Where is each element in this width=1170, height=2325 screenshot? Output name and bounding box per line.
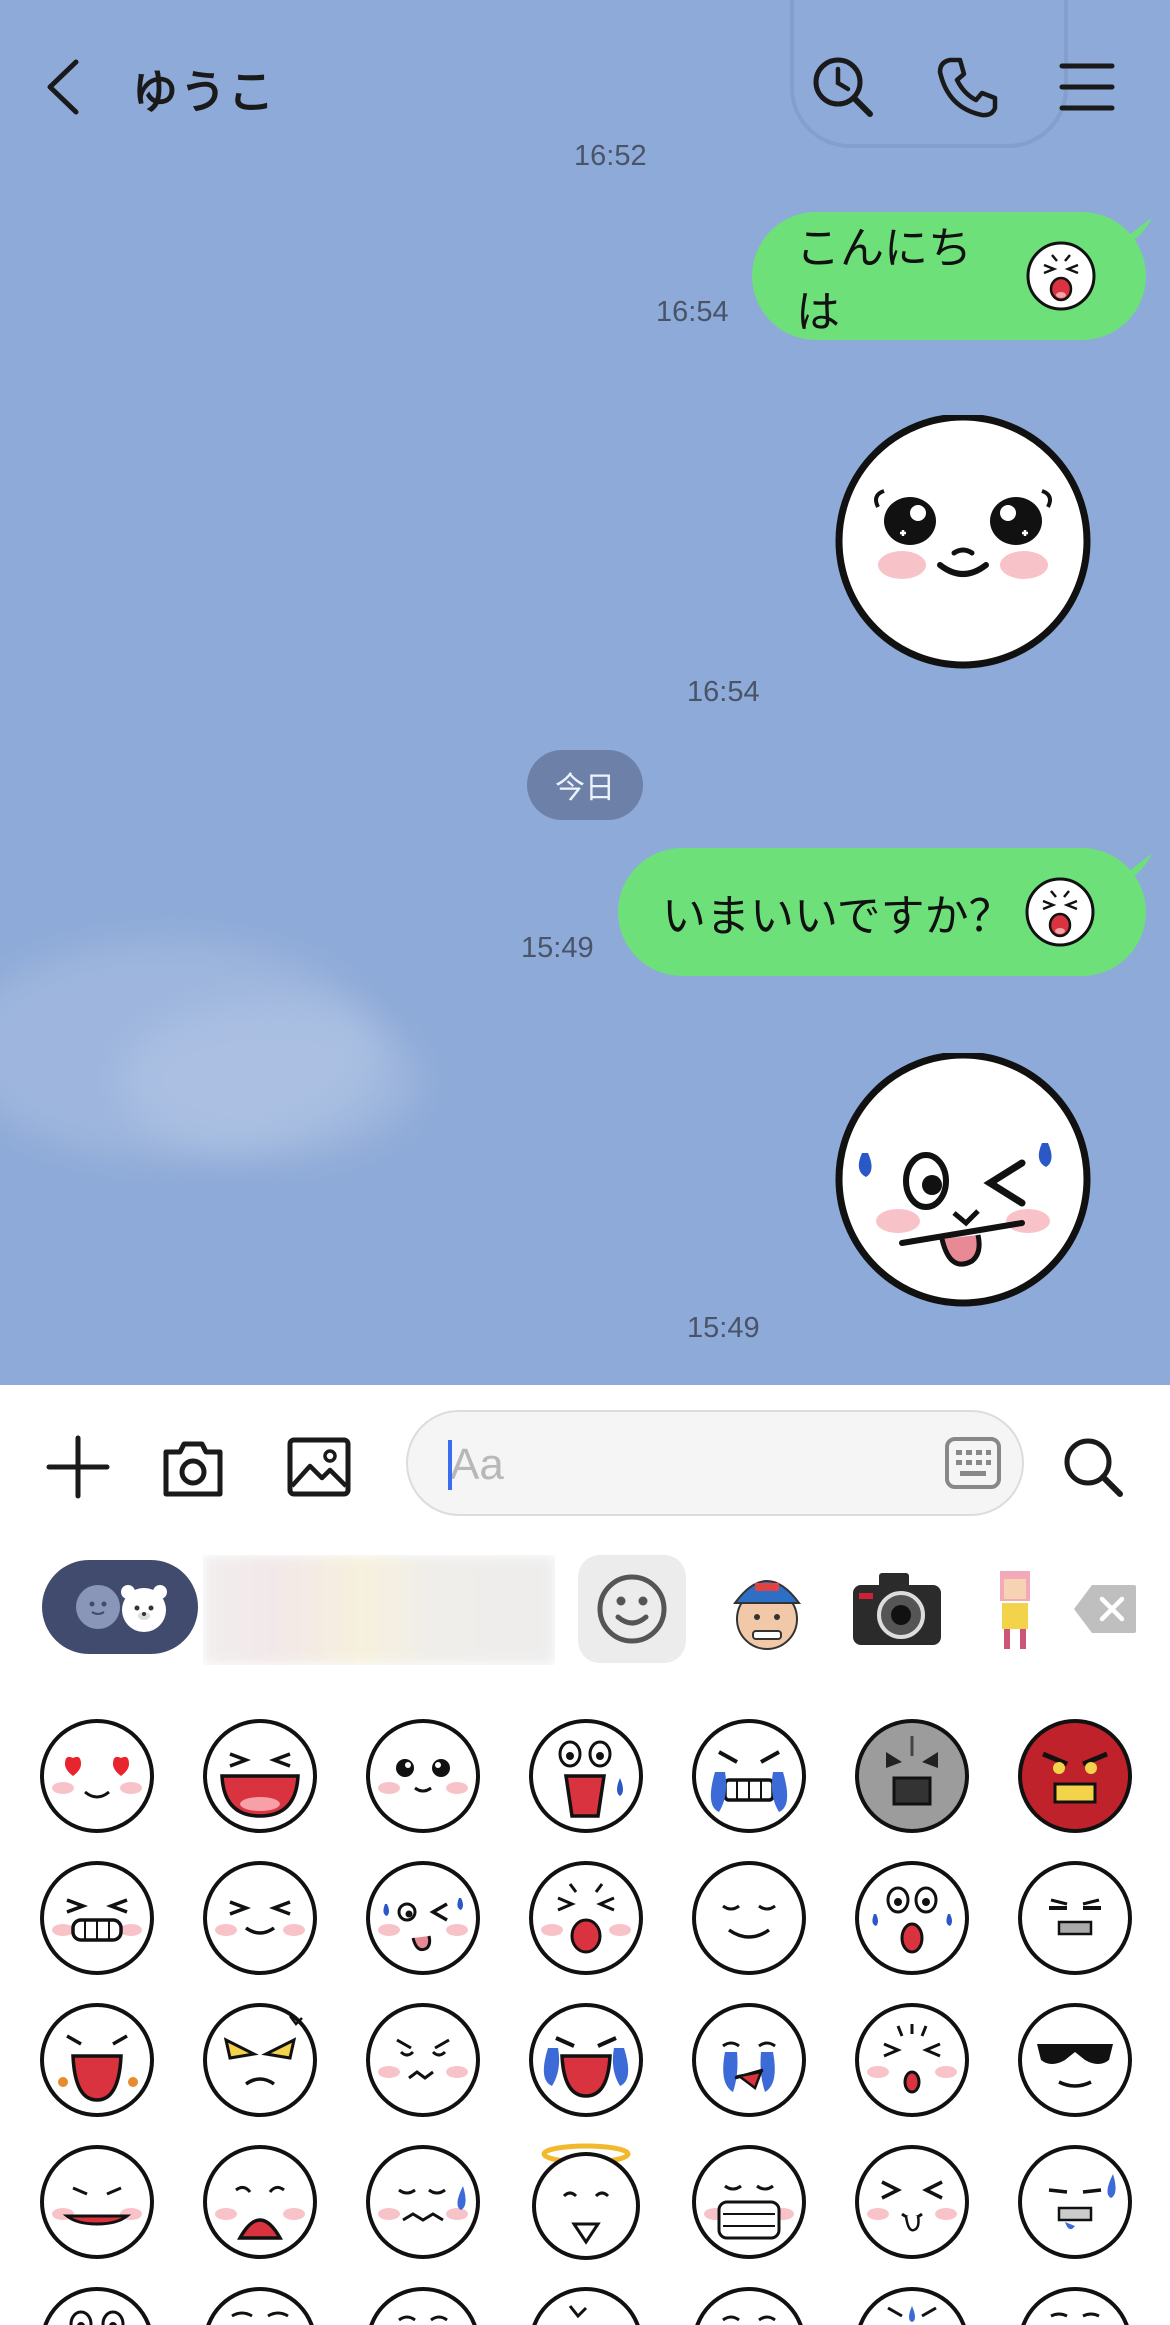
smiley-tab[interactable] [578, 1555, 686, 1663]
emoji-tab-row [0, 1545, 1170, 1680]
history-search-icon[interactable] [808, 52, 878, 122]
shocked-tears-emoji-icon[interactable] [852, 1858, 972, 1978]
message-time: 15:49 [521, 932, 594, 964]
cap-boy-tab[interactable] [725, 1563, 809, 1655]
laughing-emoji-icon[interactable] [200, 1716, 320, 1836]
chat-title: ゆうこ [132, 65, 276, 119]
bubble-tail [1116, 218, 1152, 248]
grinning-squint-emoji-icon[interactable] [37, 1858, 157, 1978]
sobbing-emoji-icon[interactable] [689, 2000, 809, 2120]
halo-angel-emoji-icon[interactable] [526, 2142, 646, 2262]
backspace-icon[interactable] [1072, 1583, 1138, 1635]
surprised-emoji-icon [1026, 241, 1096, 311]
sent-message-bubble[interactable]: いまいいですか？ [618, 848, 1152, 976]
angry-red-emoji-icon[interactable] [1015, 1716, 1135, 1836]
pouting-tongue-emoji-icon[interactable] [852, 2142, 972, 2262]
text-caret [448, 1440, 452, 1490]
tearful-squint-emoji-icon[interactable] [852, 2284, 972, 2325]
annoyed-emoji-icon[interactable] [526, 2284, 646, 2325]
camera-sticker-tab[interactable] [849, 1567, 945, 1651]
bubble-tail [1116, 854, 1152, 884]
emoji-toggle[interactable] [42, 1560, 198, 1654]
unamused-emoji-icon[interactable] [1015, 1858, 1135, 1978]
relieved-emoji-icon[interactable] [200, 2284, 320, 2325]
message-time: 16:54 [687, 676, 760, 708]
message-text: いまいいですか？ [662, 891, 1013, 942]
image-icon[interactable] [284, 1432, 354, 1502]
pixel-girl-tab[interactable] [992, 1565, 1038, 1655]
wink-tongue-sweat-emoji-icon[interactable] [363, 1858, 483, 1978]
worried-sweat-emoji-icon[interactable] [363, 2142, 483, 2262]
message-input-container [406, 1410, 1024, 1516]
search-icon[interactable] [1058, 1432, 1128, 1502]
sunglasses-emoji-icon[interactable] [1015, 2000, 1135, 2120]
anguished-emoji-icon[interactable] [200, 2142, 320, 2262]
message-input[interactable] [448, 1426, 912, 1504]
crying-grimace-emoji-icon[interactable] [689, 1716, 809, 1836]
mask-emoji-icon[interactable] [689, 2142, 809, 2262]
frustrated-emoji-icon[interactable] [363, 2000, 483, 2120]
phone-icon[interactable] [932, 52, 1002, 122]
angry-yellow-eyes-emoji-icon[interactable] [200, 2000, 320, 2120]
moon-sticker-wink-tongue-sweat[interactable] [832, 1053, 1094, 1315]
crying-laugh-emoji-icon[interactable] [526, 2000, 646, 2120]
date-divider: 今日 [527, 750, 643, 820]
screaming-emoji-icon[interactable] [37, 2000, 157, 2120]
keyboard-icon[interactable] [944, 1436, 1002, 1490]
surprised-emoji-icon[interactable] [526, 1858, 646, 1978]
astonished-emoji-icon[interactable] [852, 2000, 972, 2120]
calm-emoji-icon[interactable] [363, 2284, 483, 2325]
emoji-grid [0, 1700, 1170, 2325]
chat-area: ゆうこ 16:52 16:54 こんにちは 16:54 今日 15:49 いまい… [0, 0, 1170, 1385]
message-time: 16:52 [574, 140, 647, 172]
content-smile-emoji-icon[interactable] [689, 1858, 809, 1978]
neutral-emoji-icon[interactable] [1015, 2284, 1135, 2325]
sleepy-emoji-icon[interactable] [689, 2284, 809, 2325]
camera-icon[interactable] [158, 1432, 228, 1502]
message-time: 16:54 [656, 296, 729, 328]
squint-smile-emoji-icon[interactable] [200, 1858, 320, 1978]
sad-sweat-emoji-icon[interactable] [1015, 2142, 1135, 2262]
stone-face-emoji-icon[interactable] [852, 1716, 972, 1836]
message-time: 15:49 [687, 1312, 760, 1344]
wide-eyes-emoji-icon[interactable] [37, 2284, 157, 2325]
surprised-emoji-icon [1025, 877, 1095, 947]
blurred-tabs[interactable] [203, 1555, 555, 1665]
heart-eyes-emoji-icon[interactable] [37, 1716, 157, 1836]
plus-icon[interactable] [43, 1432, 113, 1502]
message-text: こんにちは [796, 223, 972, 338]
teary-eyes-emoji-icon[interactable] [363, 1716, 483, 1836]
back-chevron-icon[interactable] [30, 52, 100, 122]
menu-icon[interactable] [1052, 52, 1122, 122]
disappointed-emoji-icon[interactable] [37, 2142, 157, 2262]
shocked-emoji-icon[interactable] [526, 1716, 646, 1836]
moon-sticker-teary-eyes[interactable] [832, 415, 1094, 677]
sent-message-bubble[interactable]: こんにちは [752, 212, 1152, 340]
